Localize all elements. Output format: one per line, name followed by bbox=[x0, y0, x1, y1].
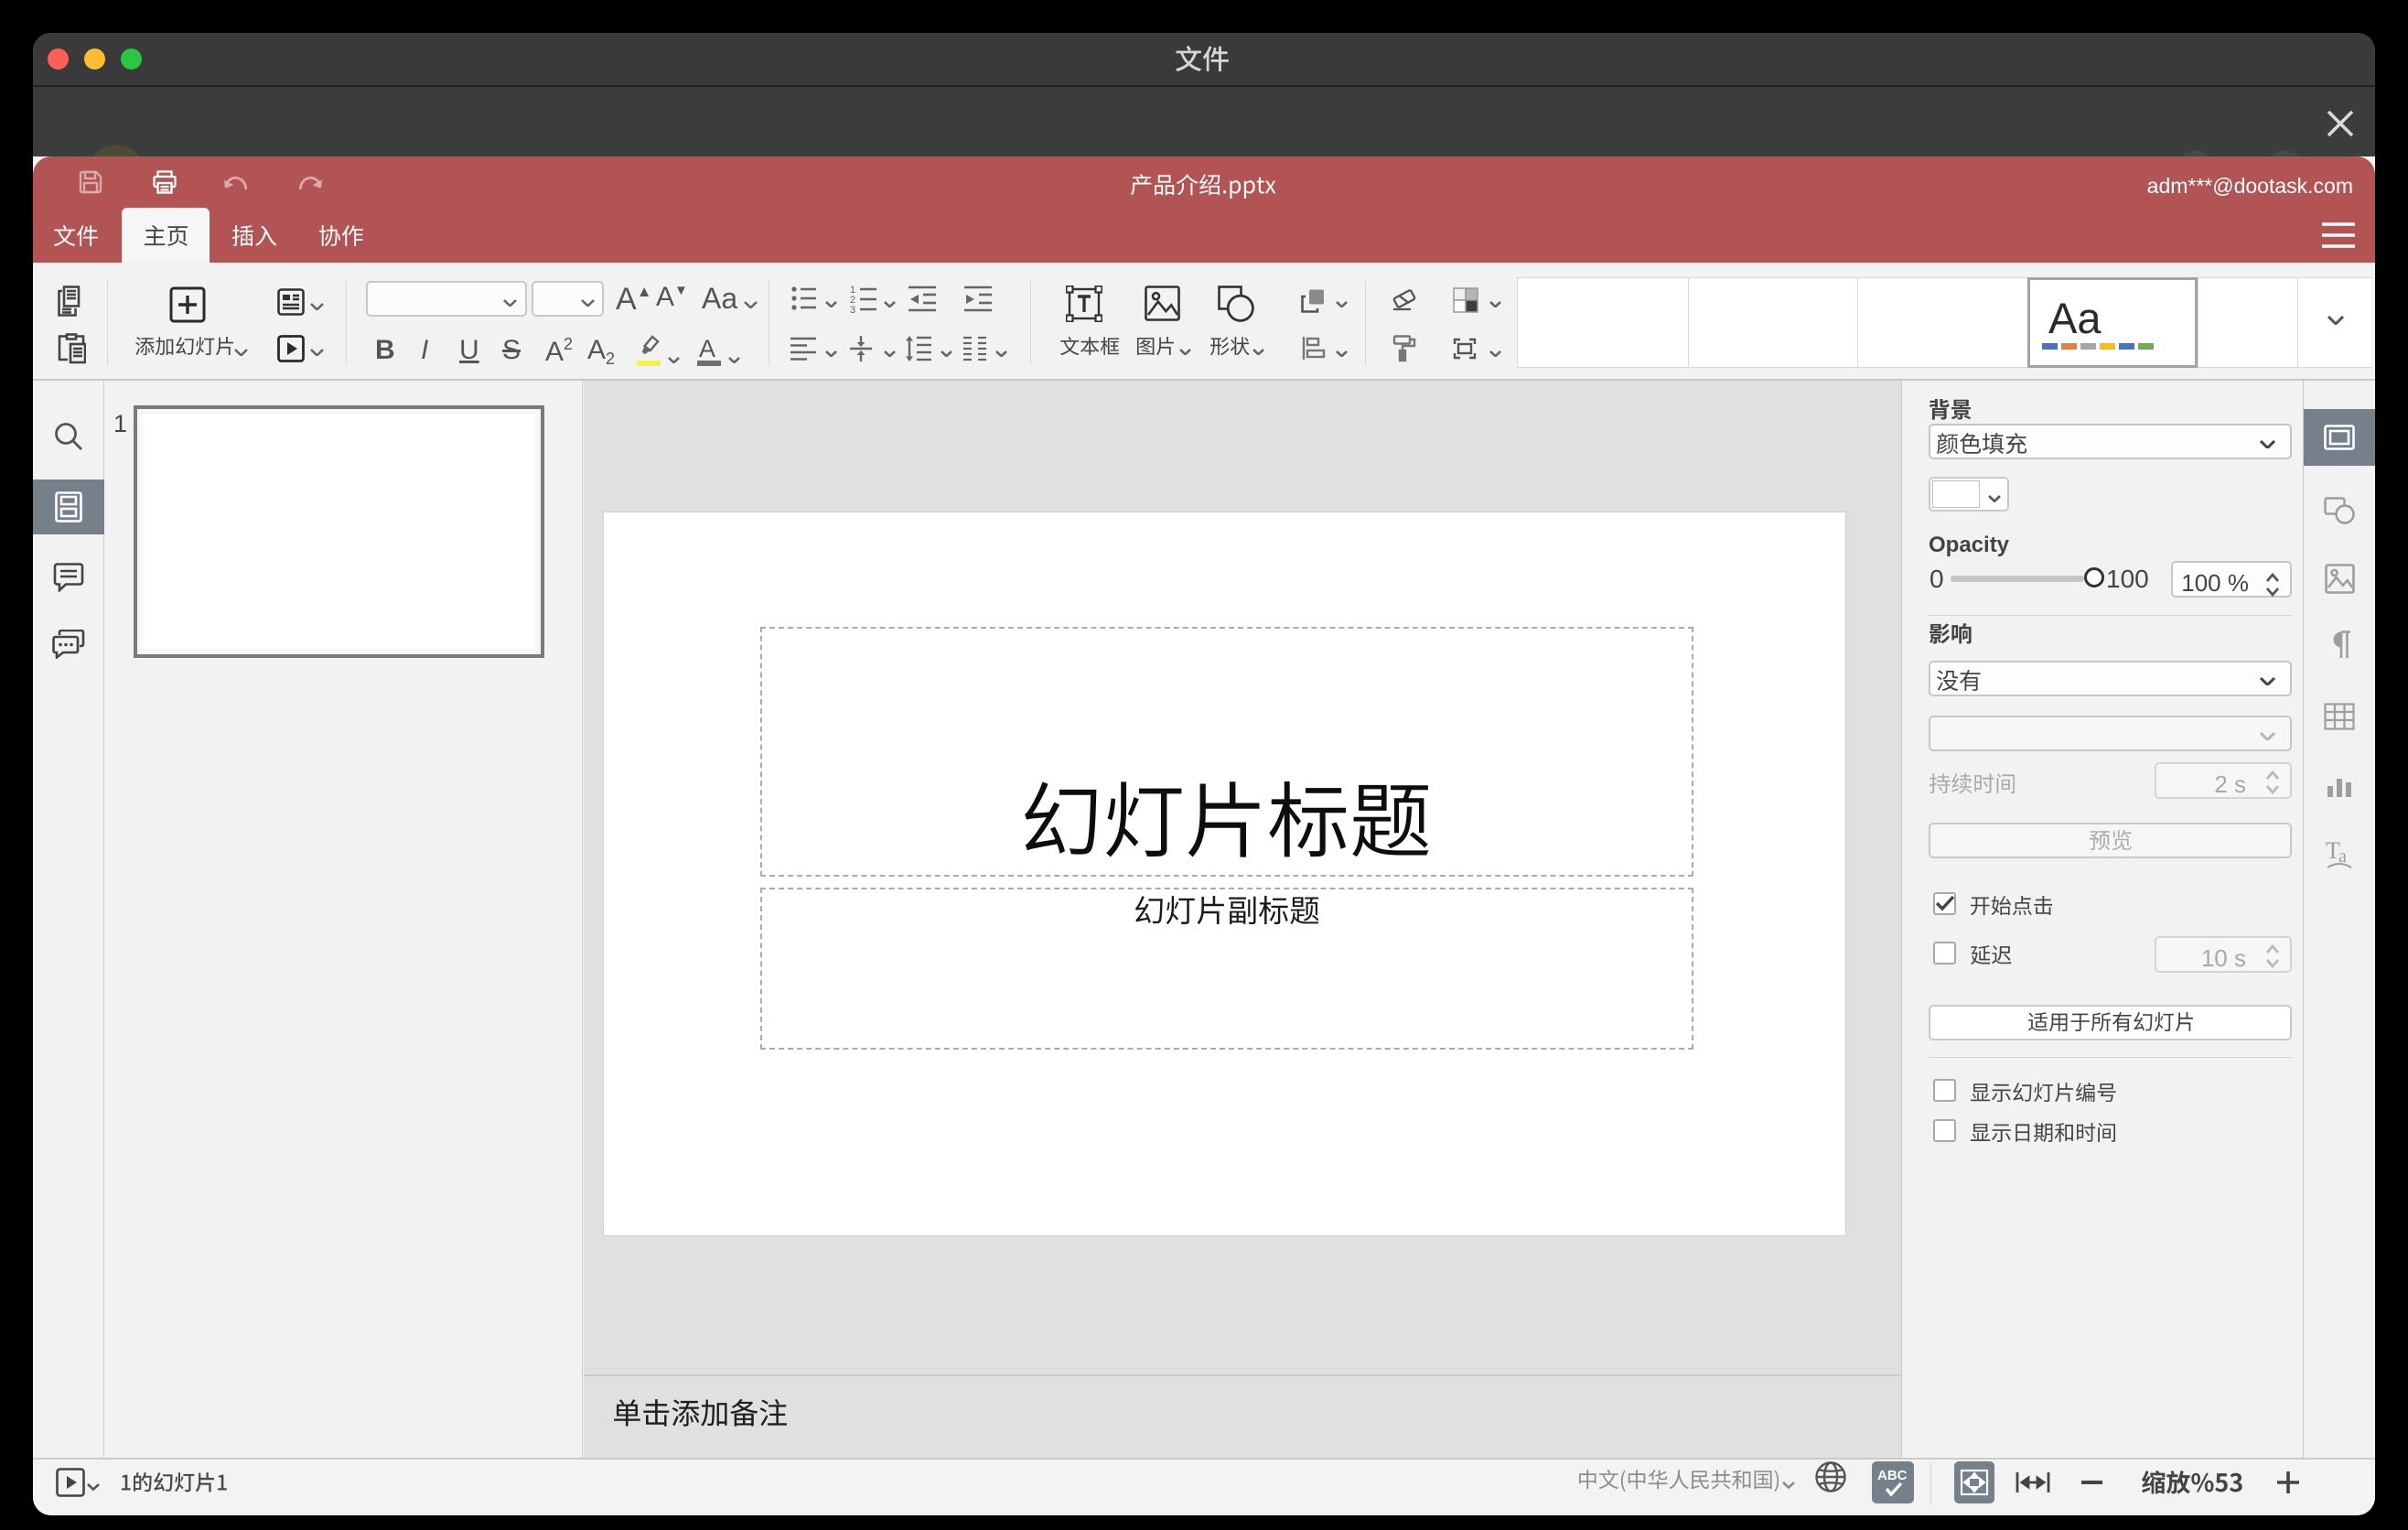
svg-text:ABC: ABC bbox=[1877, 1468, 1908, 1483]
svg-text:A: A bbox=[699, 335, 715, 362]
svg-text:3: 3 bbox=[850, 305, 855, 314]
